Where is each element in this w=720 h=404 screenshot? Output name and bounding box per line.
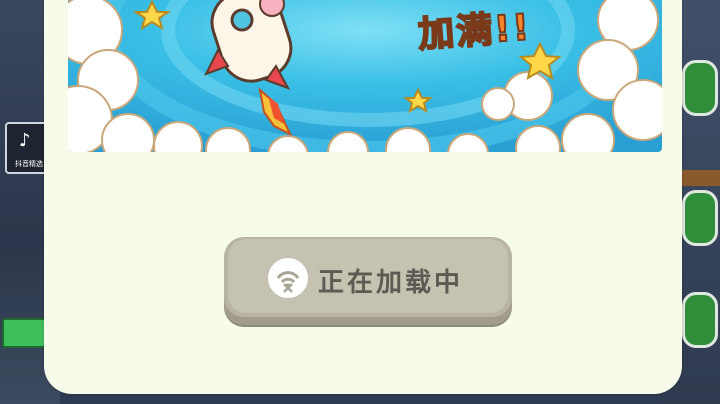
tiktok-icon: ♪ bbox=[19, 130, 31, 151]
tiktok-badge-caption: 抖音精选 bbox=[15, 160, 43, 168]
no-signal-icon bbox=[268, 258, 308, 298]
side-crate bbox=[680, 170, 720, 186]
banner-headline: 加满!! bbox=[416, 6, 533, 57]
game-screen: ♪ 抖音精选 加满!! 正在加载中 bbox=[0, 0, 720, 404]
promo-banner: 加满!! bbox=[68, 0, 662, 152]
banner-illustration bbox=[68, 0, 662, 152]
side-coin-button bbox=[682, 60, 718, 116]
side-coin-button bbox=[682, 292, 718, 348]
loading-button[interactable]: 正在加载中 bbox=[224, 237, 512, 325]
side-coin-button bbox=[682, 190, 718, 246]
loading-label: 正在加载中 bbox=[318, 268, 464, 298]
green-stall bbox=[2, 318, 46, 348]
